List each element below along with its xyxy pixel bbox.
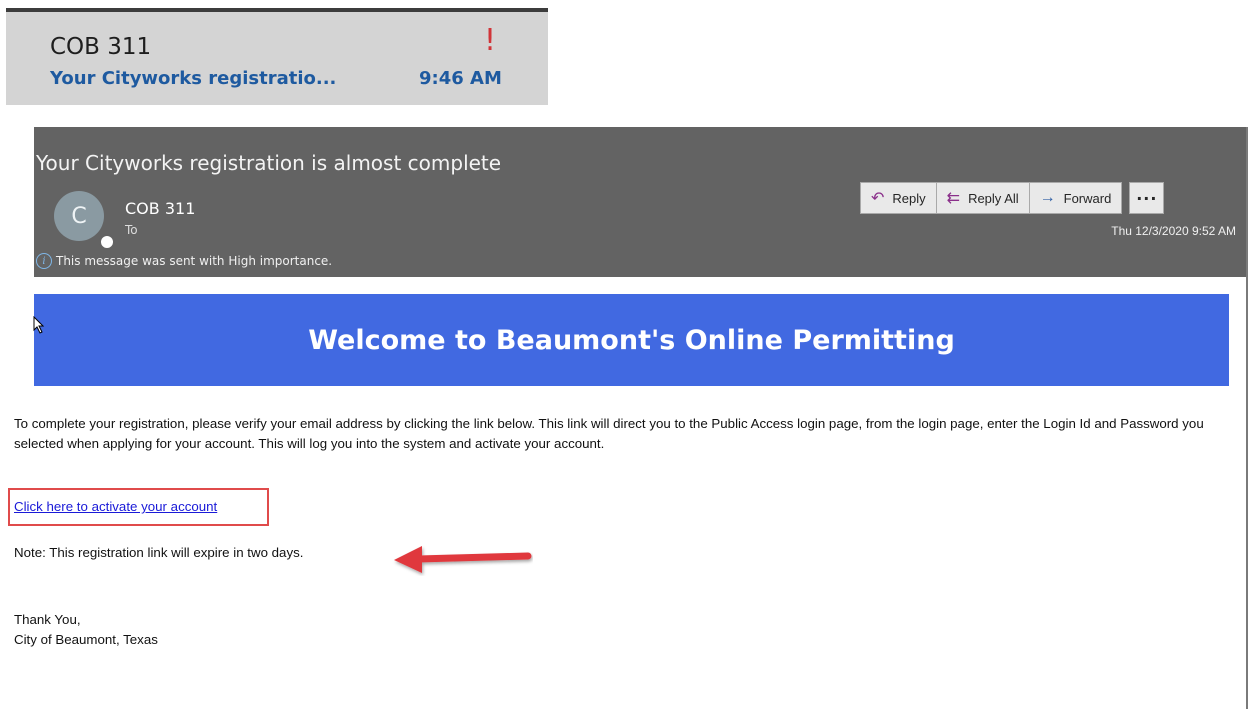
message-header: Your Cityworks registration is almost co… [34,127,1246,277]
reply-all-label: Reply All [968,190,1019,206]
red-arrow-icon-svg [394,546,532,573]
importance-notice: i This message was sent with High import… [34,253,332,269]
reply-all-button[interactable]: ⇇ Reply All [936,182,1030,214]
preview-subject: Your Cityworks registratio... [50,68,337,89]
activate-account-link[interactable]: Click here to activate your account [14,499,217,514]
welcome-banner: Welcome to Beaumont's Online Permitting [34,294,1229,386]
reply-label: Reply [892,190,926,206]
intro-paragraph: To complete your registration, please ve… [14,416,1204,451]
expiry-note: Note: This registration link will expire… [14,545,304,560]
banner-title: Welcome to Beaumont's Online Permitting [308,324,955,356]
signoff-line-2: City of Beaumont, Texas [14,632,158,647]
preview-time: 9:46 AM [419,68,502,89]
sender-name[interactable]: COB 311 [125,199,195,218]
reply-button[interactable]: ↶ Reply [860,182,937,214]
red-arrow-icon [388,542,533,580]
signoff: Thank You, City of Beaumont, Texas [14,610,158,650]
preview-sender: COB 311 [50,34,152,60]
forward-label: Forward [1063,190,1112,206]
forward-button[interactable]: → Forward [1029,182,1123,214]
reply-all-icon: ⇇ [946,190,961,207]
mouse-cursor-icon-svg [33,315,45,334]
forward-arrow-icon: → [1039,189,1056,206]
message-subject: Your Cityworks registration is almost co… [36,151,502,175]
signoff-line-1: Thank You, [14,612,81,627]
importance-notice-text: This message was sent with High importan… [56,254,333,268]
reply-arrow-icon: ↶ [871,190,885,207]
mouse-cursor-icon [33,315,45,338]
avatar[interactable]: C [54,191,104,241]
high-importance-icon: ! [484,23,497,58]
inbox-message-preview[interactable]: COB 311 ! Your Cityworks registratio... … [6,8,548,105]
info-icon: i [36,253,52,269]
more-actions-button[interactable]: ··· [1129,182,1165,214]
presence-status-icon [99,234,115,250]
scroll-rail[interactable] [1246,127,1248,709]
sent-date: Thu 12/3/2020 9:52 AM [1111,224,1236,238]
avatar-initial: C [71,203,87,229]
recipient-label: To [125,223,138,237]
message-actions: ↶ Reply ⇇ Reply All → Forward ··· [860,182,1165,214]
